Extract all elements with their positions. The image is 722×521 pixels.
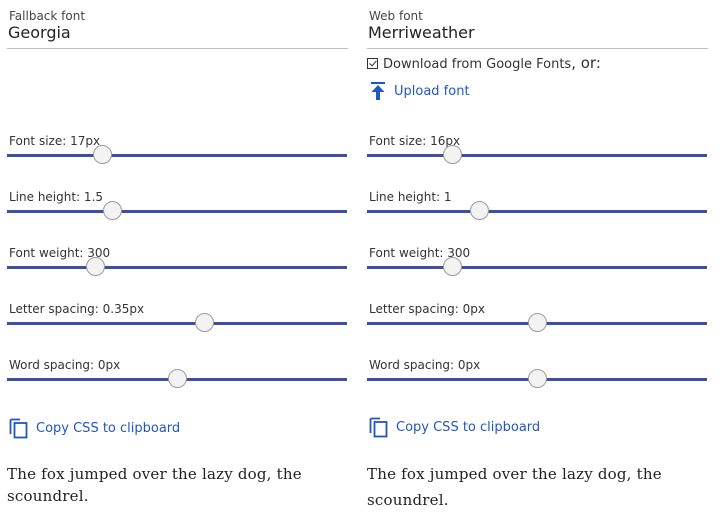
word-spacing-label: Word spacing: 0px	[9, 358, 121, 372]
slider-thumb[interactable]	[469, 201, 489, 220]
slider-thumb[interactable]	[527, 369, 547, 388]
slider-thumb[interactable]	[92, 145, 112, 164]
slider-thumb[interactable]	[527, 313, 547, 332]
word-spacing-slider[interactable]: Word spacing: 0px	[367, 358, 707, 388]
slider-track[interactable]	[367, 154, 707, 157]
web-font-panel: Web font Merriweather Download from Goog…	[367, 0, 708, 521]
copy-css-button[interactable]: Copy CSS to clipboard	[9, 417, 180, 439]
download-label: Download from Google Fonts, or:	[383, 54, 601, 72]
word-spacing-slider[interactable]: Word spacing: 0px	[7, 358, 347, 388]
font-weight-slider[interactable]: Font weight: 300	[7, 246, 347, 276]
upload-font-button[interactable]: Upload font	[371, 82, 470, 100]
letter-spacing-label: Letter spacing: 0px	[369, 302, 485, 316]
font-size-label: Font size: 17px	[9, 134, 101, 148]
letter-spacing-slider[interactable]: Letter spacing: 0px	[367, 302, 707, 332]
letter-spacing-slider[interactable]: Letter spacing: 0.35px	[7, 302, 347, 332]
slider-track[interactable]	[7, 322, 347, 325]
copy-css-label: Copy CSS to clipboard	[36, 420, 181, 436]
download-label-text: Download from Google Fonts	[383, 57, 572, 72]
line-height-slider[interactable]: Line height: 1	[367, 190, 707, 220]
copy-css-label: Copy CSS to clipboard	[396, 419, 541, 435]
fallback-font-label: Fallback font	[9, 9, 86, 23]
slider-thumb[interactable]	[194, 313, 214, 332]
slider-track[interactable]	[7, 154, 347, 157]
copy-icon	[9, 418, 28, 439]
fallback-font-underline	[7, 48, 348, 49]
slider-track[interactable]	[7, 210, 347, 213]
slider-thumb[interactable]	[442, 257, 462, 276]
copy-icon	[369, 417, 388, 438]
checkbox-check-icon[interactable]	[367, 57, 378, 69]
letter-spacing-label: Letter spacing: 0.35px	[9, 302, 145, 316]
web-sample-text: The fox jumped over the lazy dog, the sc…	[367, 465, 662, 509]
line-height-label: Line height: 1	[369, 190, 452, 204]
slider-thumb[interactable]	[442, 145, 462, 164]
font-weight-slider[interactable]: Font weight: 300	[367, 246, 707, 276]
web-font-label: Web font	[369, 9, 423, 23]
fallback-font-panel: Fallback font Georgia Font size: 17px Li…	[7, 0, 348, 521]
slider-thumb[interactable]	[167, 369, 187, 388]
upload-arrow-icon	[371, 82, 385, 100]
fallback-font-input[interactable]: Georgia	[8, 23, 71, 42]
fallback-sample-text: The fox jumped over the lazy dog, the sc…	[7, 465, 302, 505]
line-height-label: Line height: 1.5	[9, 190, 104, 204]
upload-font-label: Upload font	[394, 83, 470, 99]
web-font-input[interactable]: Merriweather	[368, 23, 475, 42]
download-google-fonts-checkbox[interactable]: Download from Google Fonts, or:	[367, 54, 601, 72]
line-height-slider[interactable]: Line height: 1.5	[7, 190, 347, 220]
slider-track[interactable]	[367, 266, 707, 269]
slider-thumb[interactable]	[102, 201, 122, 220]
slider-thumb[interactable]	[85, 257, 105, 276]
slider-track[interactable]	[7, 266, 347, 269]
word-spacing-label: Word spacing: 0px	[369, 358, 481, 372]
copy-css-button[interactable]: Copy CSS to clipboard	[369, 416, 540, 438]
font-size-slider[interactable]: Font size: 17px	[7, 134, 347, 164]
slider-track[interactable]	[367, 210, 707, 213]
web-font-underline	[367, 48, 708, 49]
font-size-slider[interactable]: Font size: 16px	[367, 134, 707, 164]
download-label-suffix: , or:	[571, 54, 601, 72]
